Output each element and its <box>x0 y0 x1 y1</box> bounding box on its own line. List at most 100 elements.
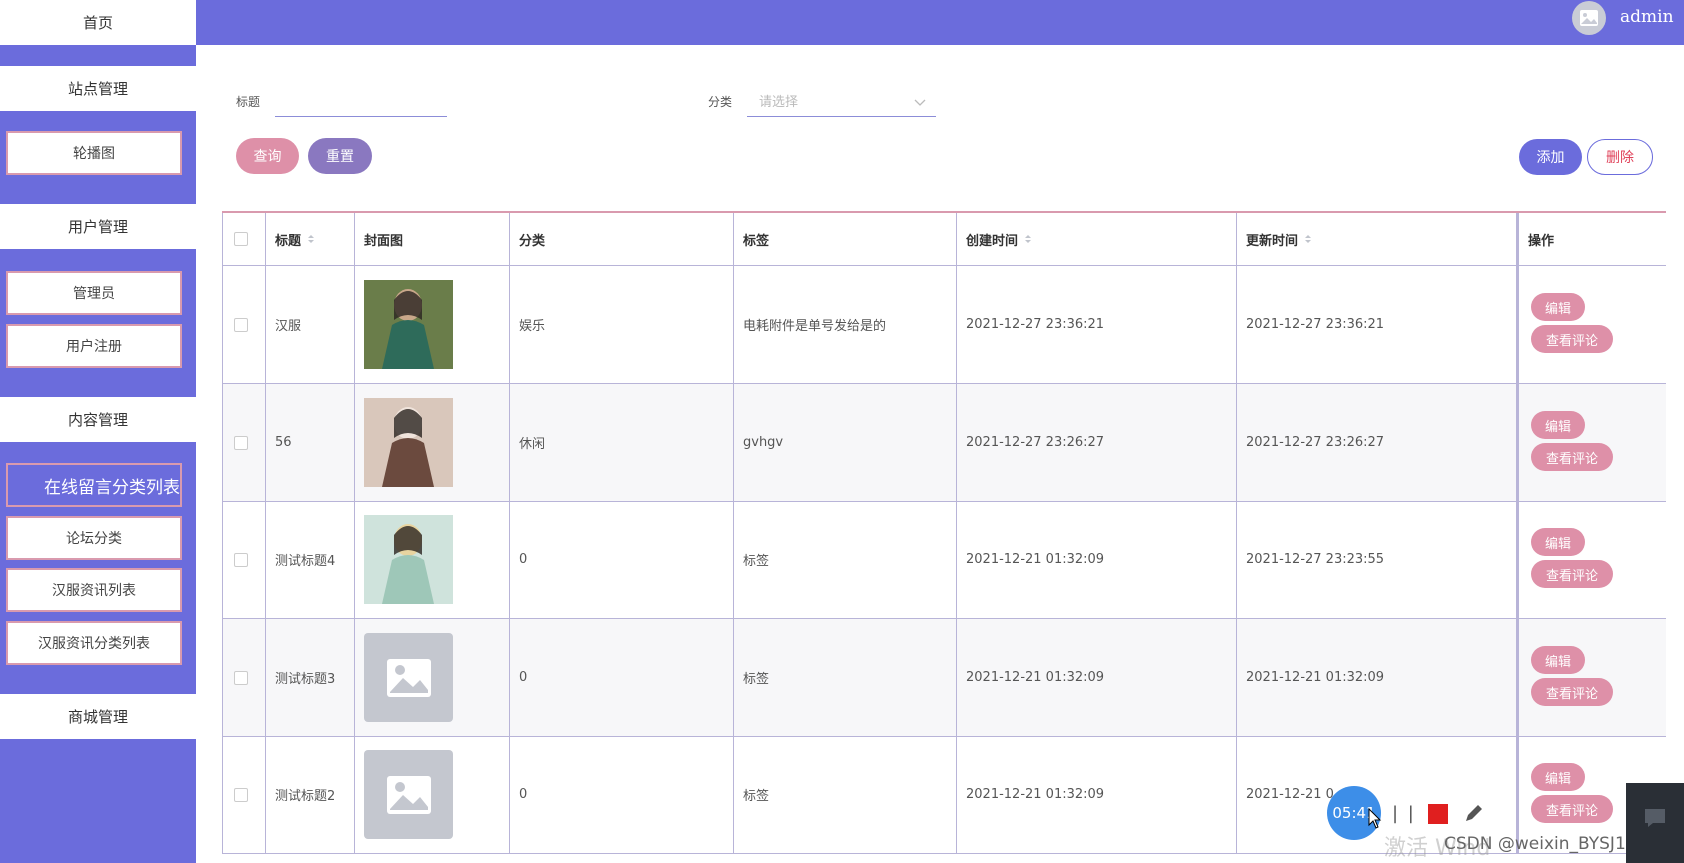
sidebar-group-label: 商城管理 <box>67 708 128 726</box>
tags-cell: 电耗附件是单号发给是的 <box>734 266 957 383</box>
image-placeholder-icon <box>364 750 453 839</box>
cover-thumbnail[interactable] <box>364 398 453 487</box>
view-comments-button[interactable]: 查看评论 <box>1531 795 1613 823</box>
category-cell: 0 <box>510 501 734 618</box>
sidebar-item-label: 管理员 <box>73 286 115 302</box>
chat-widget[interactable] <box>1626 783 1684 863</box>
row-tags: gvhgv <box>743 435 784 450</box>
cursor-icon <box>1368 808 1382 829</box>
sidebar-item-label: 在线留言分类列表 <box>44 477 180 498</box>
username[interactable]: admin <box>1620 7 1674 27</box>
sidebar-group-shop[interactable]: 商城管理 <box>0 694 196 739</box>
title-cell: 汉服 <box>266 266 355 383</box>
title-cell: 测试标题2 <box>266 736 355 853</box>
sidebar-item-forum-category[interactable]: 论坛分类 <box>6 516 182 560</box>
stop-icon[interactable] <box>1428 804 1448 824</box>
sort-icon[interactable] <box>1304 234 1312 244</box>
row-created: 2021-12-21 01:32:09 <box>966 787 1105 802</box>
created-cell: 2021-12-27 23:36:21 <box>957 266 1237 383</box>
cover-thumbnail[interactable] <box>364 515 453 604</box>
header-tags: 标签 <box>734 213 957 265</box>
row-category: 0 <box>519 552 528 567</box>
view-comments-button[interactable]: 查看评论 <box>1531 560 1613 588</box>
view-comments-button[interactable]: 查看评论 <box>1531 678 1613 706</box>
sidebar-item-user-register[interactable]: 用户注册 <box>6 324 182 368</box>
sidebar-item-message-category[interactable]: 在线留言分类列表 <box>6 463 182 507</box>
cover-cell <box>355 384 510 501</box>
sidebar-item-admin[interactable]: 管理员 <box>6 271 182 315</box>
row-updated: 2021-12-27 23:26:27 <box>1246 435 1385 450</box>
add-button[interactable]: 添加 <box>1519 139 1582 175</box>
image-placeholder-icon <box>364 633 453 722</box>
title-input[interactable] <box>275 89 447 117</box>
row-category: 0 <box>519 787 528 802</box>
edit-button[interactable]: 编辑 <box>1531 763 1585 791</box>
sidebar-item-hanfu-news[interactable]: 汉服资讯列表 <box>6 568 182 612</box>
title-cell: 56 <box>266 384 355 501</box>
row-title: 汉服 <box>275 319 302 334</box>
view-comments-button[interactable]: 查看评论 <box>1531 325 1613 353</box>
updated-cell: 2021-12-27 23:23:55 <box>1237 501 1517 618</box>
view-comments-button[interactable]: 查看评论 <box>1531 443 1613 471</box>
row-checkbox[interactable] <box>234 787 248 802</box>
category-label: 分类 <box>708 95 733 109</box>
delete-button[interactable]: 删除 <box>1587 139 1653 175</box>
sidebar-group-content[interactable]: 内容管理 <box>0 397 196 442</box>
edit-button[interactable]: 编辑 <box>1531 528 1585 556</box>
created-cell: 2021-12-27 23:26:27 <box>957 384 1237 501</box>
sort-icon[interactable] <box>307 234 315 244</box>
select-all-checkbox[interactable] <box>234 232 248 246</box>
title-label: 标题 <box>236 95 261 109</box>
row-category: 娱乐 <box>519 319 546 334</box>
pen-icon[interactable] <box>1463 802 1485 824</box>
row-tags: 电耗附件是单号发给是的 <box>743 319 887 334</box>
sidebar-group-label: 内容管理 <box>67 411 128 429</box>
edit-button[interactable]: 编辑 <box>1531 411 1585 439</box>
tags-cell: 标签 <box>734 736 957 853</box>
row-title: 56 <box>275 435 292 450</box>
pause-icon[interactable]: | | <box>1392 803 1416 824</box>
header-category: 分类 <box>510 213 734 265</box>
updated-cell: 2021-12-21 01:32:09 <box>1237 619 1517 736</box>
query-button[interactable]: 查询 <box>236 138 299 174</box>
header-created[interactable]: 创建时间 <box>957 213 1237 265</box>
created-cell: 2021-12-21 01:32:09 <box>957 619 1237 736</box>
cover-cell <box>355 619 510 736</box>
avatar[interactable] <box>1572 1 1606 35</box>
cover-thumbnail[interactable] <box>364 280 453 369</box>
row-created: 2021-12-21 01:32:09 <box>966 552 1105 567</box>
row-checkbox[interactable] <box>234 435 248 450</box>
sidebar-group-users[interactable]: 用户管理 <box>0 204 196 249</box>
actions-cell: 编辑 查看评论 <box>1517 619 1666 736</box>
sidebar-item-label: 论坛分类 <box>66 531 122 547</box>
header-cover-label: 封面图 <box>364 233 404 249</box>
category-cell: 娱乐 <box>510 266 734 383</box>
actions-cell: 编辑 查看评论 <box>1517 501 1666 618</box>
sidebar-item-home[interactable]: 首页 <box>0 0 196 45</box>
sidebar: 首页 站点管理 轮播图 用户管理 管理员 用户注册 内容管理 在线留言分类列表 … <box>0 0 196 863</box>
header-title-label: 标题 <box>275 233 302 249</box>
row-checkbox[interactable] <box>234 670 248 685</box>
header-title[interactable]: 标题 <box>266 213 355 265</box>
sidebar-item-hanfu-news-category[interactable]: 汉服资讯分类列表 <box>6 621 182 665</box>
row-checkbox[interactable] <box>234 317 248 332</box>
reset-button[interactable]: 重置 <box>308 138 372 174</box>
category-cell: 0 <box>510 736 734 853</box>
row-updated: 2021-12-21 0 <box>1246 787 1334 802</box>
row-tags: 标签 <box>743 789 770 804</box>
category-select[interactable]: 请选择 <box>747 89 936 117</box>
sort-icon[interactable] <box>1024 234 1032 244</box>
header-actions: 操作 <box>1517 213 1666 265</box>
sidebar-group-site[interactable]: 站点管理 <box>0 66 196 111</box>
header-updated[interactable]: 更新时间 <box>1237 213 1517 265</box>
actions-cell: 编辑 查看评论 <box>1517 266 1666 383</box>
row-checkbox[interactable] <box>234 552 248 567</box>
edit-button[interactable]: 编辑 <box>1531 293 1585 321</box>
table-row: 测试标题4 0 标签 2021-12-21 01:32:09 2021-12-27 2… <box>222 501 1666 619</box>
actions-cell: 编辑 查看评论 <box>1517 384 1666 501</box>
sidebar-item-label: 轮播图 <box>73 146 115 162</box>
cover-cell <box>355 266 510 383</box>
edit-button[interactable]: 编辑 <box>1531 646 1585 674</box>
title-cell: 测试标题3 <box>266 619 355 736</box>
sidebar-item-carousel[interactable]: 轮播图 <box>6 131 182 175</box>
